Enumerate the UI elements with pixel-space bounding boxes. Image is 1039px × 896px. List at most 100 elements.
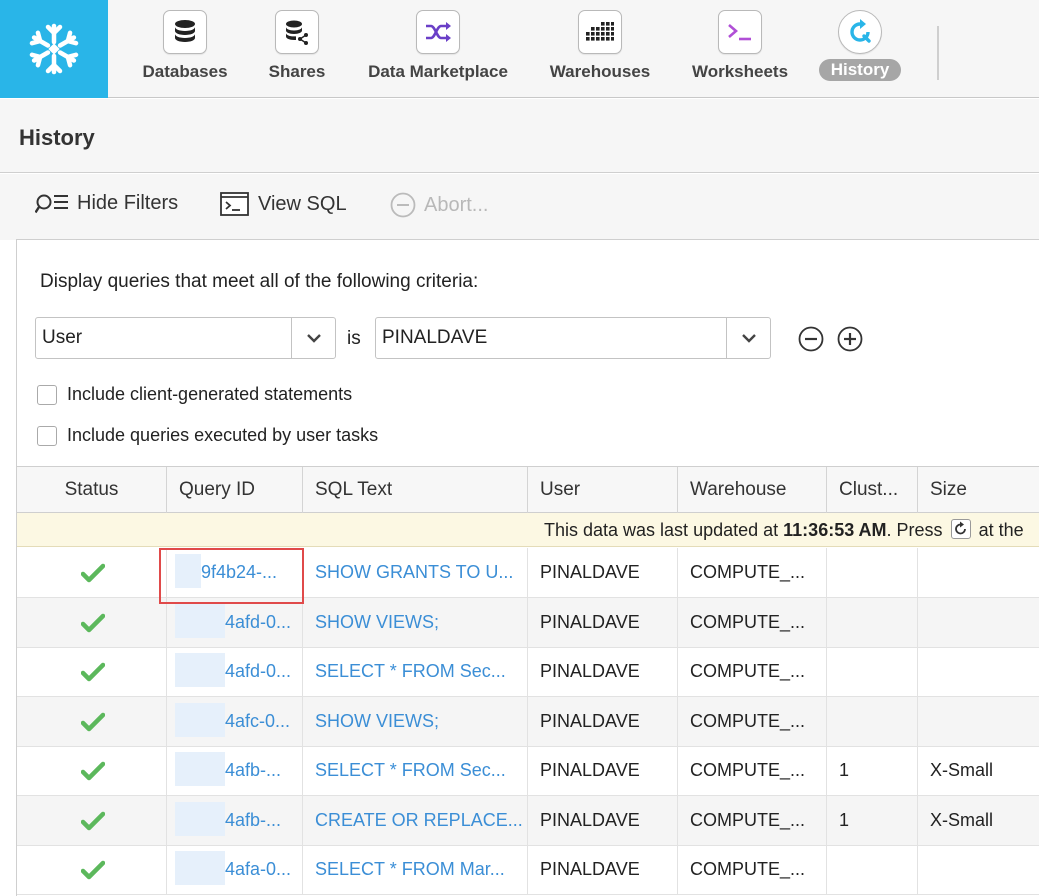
view-sql-button[interactable]: View SQL xyxy=(220,192,347,216)
table-header: Status Query ID SQL Text User Warehouse … xyxy=(17,466,1039,513)
query-id-cell[interactable]: 9f4b24-... xyxy=(167,548,303,597)
query-id-cell-text: 4afa-0... xyxy=(225,859,292,879)
sql-text-cell[interactable]: CREATE OR REPLACE... xyxy=(303,795,528,845)
table-row[interactable]: 4afa-0... SELECT * FROM Mar... PINALDAVE CO… xyxy=(17,845,1039,895)
redacted-query-id-prefix xyxy=(175,554,201,589)
hide-filters-button[interactable]: Hide Filters xyxy=(35,192,178,215)
abort-label: Abort... xyxy=(424,193,489,216)
nav-history[interactable]: History xyxy=(818,10,902,90)
column-header-size[interactable]: Size xyxy=(918,467,1039,513)
nav-data-marketplace[interactable]: Data Marketplace xyxy=(366,10,510,90)
notice-suffix: . Press xyxy=(886,520,948,540)
plus-circle-icon xyxy=(837,326,863,352)
refresh-icon[interactable] xyxy=(950,519,971,540)
minus-circle-icon xyxy=(798,326,824,352)
add-criteria-button[interactable] xyxy=(837,326,863,352)
user-cell-text: PINALDAVE xyxy=(540,562,640,582)
status-cell xyxy=(17,746,167,795)
redacted-query-id-prefix xyxy=(175,752,225,787)
user-tasks-checkbox-row[interactable]: Include queries executed by user tasks xyxy=(37,425,378,446)
success-check-icon xyxy=(81,811,105,830)
status-cell xyxy=(17,647,167,696)
nav-databases[interactable]: Databases xyxy=(141,10,229,90)
column-header-cluster[interactable]: Clust... xyxy=(827,467,918,513)
nav-label-warehouses: Warehouses xyxy=(549,62,651,81)
redacted-query-id-prefix xyxy=(175,603,225,638)
history-toolbar: Hide Filters View SQL Abort... xyxy=(0,174,1039,240)
user-tasks-checkbox[interactable] xyxy=(37,425,57,446)
warehouse-cell: COMPUTE_... xyxy=(678,597,827,647)
query-id-cell[interactable]: 4afd-0... xyxy=(167,647,303,696)
user-cell: PINALDAVE xyxy=(528,746,678,795)
filter-field-select[interactable]: User xyxy=(35,317,336,359)
criteria-text: Display queries that meet all of the fol… xyxy=(40,271,479,292)
nav-worksheets[interactable]: Worksheets xyxy=(690,10,790,90)
user-cell-text: PINALDAVE xyxy=(540,611,640,632)
query-id-cell[interactable]: 4afc-0... xyxy=(167,696,303,746)
user-cell: PINALDAVE xyxy=(528,696,678,746)
column-header-warehouse[interactable]: Warehouse xyxy=(678,467,827,513)
success-check-icon xyxy=(81,613,105,632)
table-row[interactable]: 4afb-... SELECT * FROM Sec... PINALDAVE COM… xyxy=(17,746,1039,796)
shuffle-icon xyxy=(416,10,460,54)
table-row[interactable]: 4afd-0... SHOW VIEWS; PINALDAVE COMPUTE_... xyxy=(17,597,1039,648)
top-nav: Databases Shares Data Marketplace Wareho… xyxy=(0,0,1039,98)
column-header-query-id[interactable]: Query ID xyxy=(167,467,303,513)
filter-operator: is xyxy=(347,328,361,349)
size-cell: X-Small xyxy=(918,746,1039,795)
nav-warehouses[interactable]: Warehouses xyxy=(548,10,652,90)
status-cell xyxy=(17,548,167,597)
column-header-status[interactable]: Status xyxy=(17,467,167,513)
table-row[interactable]: 4afb-... CREATE OR REPLACE... PINALDAVE COM… xyxy=(17,795,1039,846)
success-check-icon xyxy=(81,662,105,682)
notice-tail: at the xyxy=(973,520,1024,540)
warehouse-cell-text: COMPUTE_... xyxy=(690,562,806,582)
sql-text-cell-text: SHOW VIEWS; xyxy=(315,710,440,731)
query-id-cell-text: 4afb-... xyxy=(225,760,282,780)
nav-label-databases: Databases xyxy=(142,62,228,81)
sql-text-cell[interactable]: SELECT * FROM Sec... xyxy=(303,746,528,795)
sql-text-cell[interactable]: SELECT * FROM Sec... xyxy=(303,647,528,696)
warehouse-grid-icon xyxy=(578,10,622,54)
column-header-user[interactable]: User xyxy=(528,467,678,513)
query-id-cell[interactable]: 4afa-0... xyxy=(167,845,303,894)
client-generated-checkbox[interactable] xyxy=(37,384,57,405)
query-id-cell-text: 9f4b24-... xyxy=(201,562,278,582)
size-cell xyxy=(918,697,1039,746)
notice-prefix: This data was last updated at xyxy=(544,520,784,540)
cluster-cell-text: 1 xyxy=(839,809,850,830)
table-row[interactable]: 9f4b24-... SHOW GRANTS TO U... PINALDAVE CO… xyxy=(17,548,1039,598)
success-check-icon xyxy=(81,860,105,880)
client-generated-checkbox-row[interactable]: Include client-generated statements xyxy=(37,384,352,405)
cluster-cell xyxy=(827,597,918,647)
minus-circle-icon xyxy=(390,192,416,218)
remove-criteria-button[interactable] xyxy=(798,326,824,352)
sql-text-cell[interactable]: SHOW VIEWS; xyxy=(303,597,528,647)
sql-text-cell[interactable]: SELECT * FROM Mar... xyxy=(303,845,528,894)
snowflake-logo[interactable] xyxy=(0,0,108,98)
success-check-icon xyxy=(81,563,105,583)
query-id-cell[interactable]: 4afd-0... xyxy=(167,597,303,647)
sql-text-cell[interactable]: SHOW VIEWS; xyxy=(303,696,528,746)
query-id-cell[interactable]: 4afb-... xyxy=(167,746,303,795)
abort-button[interactable]: Abort... xyxy=(390,192,488,218)
user-cell: PINALDAVE xyxy=(528,795,678,845)
filter-search-icon xyxy=(35,193,69,215)
warehouse-cell: COMPUTE_... xyxy=(678,845,827,894)
size-cell xyxy=(918,647,1039,696)
filter-value-select[interactable]: PINALDAVE xyxy=(375,317,771,359)
notice-time: 11:36:53 AM xyxy=(783,520,887,540)
column-header-sql-text[interactable]: SQL Text xyxy=(303,467,528,513)
size-cell-text: X-Small xyxy=(930,760,994,780)
sql-text-cell[interactable]: SHOW GRANTS TO U... xyxy=(303,548,528,597)
nav-label-worksheets: Worksheets xyxy=(691,62,789,81)
table-row[interactable]: 4afd-0... SELECT * FROM Sec... PINALDAVE CO… xyxy=(17,647,1039,697)
table-row[interactable]: 4afc-0... SHOW VIEWS; PINALDAVE COMPUTE_... xyxy=(17,696,1039,747)
query-id-cell[interactable]: 4afb-... xyxy=(167,795,303,845)
warehouse-cell: COMPUTE_... xyxy=(678,548,827,597)
nav-label-shares: Shares xyxy=(268,62,326,81)
nav-shares[interactable]: Shares xyxy=(268,10,326,90)
chevron-down-icon xyxy=(726,318,770,358)
warehouse-cell: COMPUTE_... xyxy=(678,746,827,795)
redacted-query-id-prefix xyxy=(175,801,225,836)
